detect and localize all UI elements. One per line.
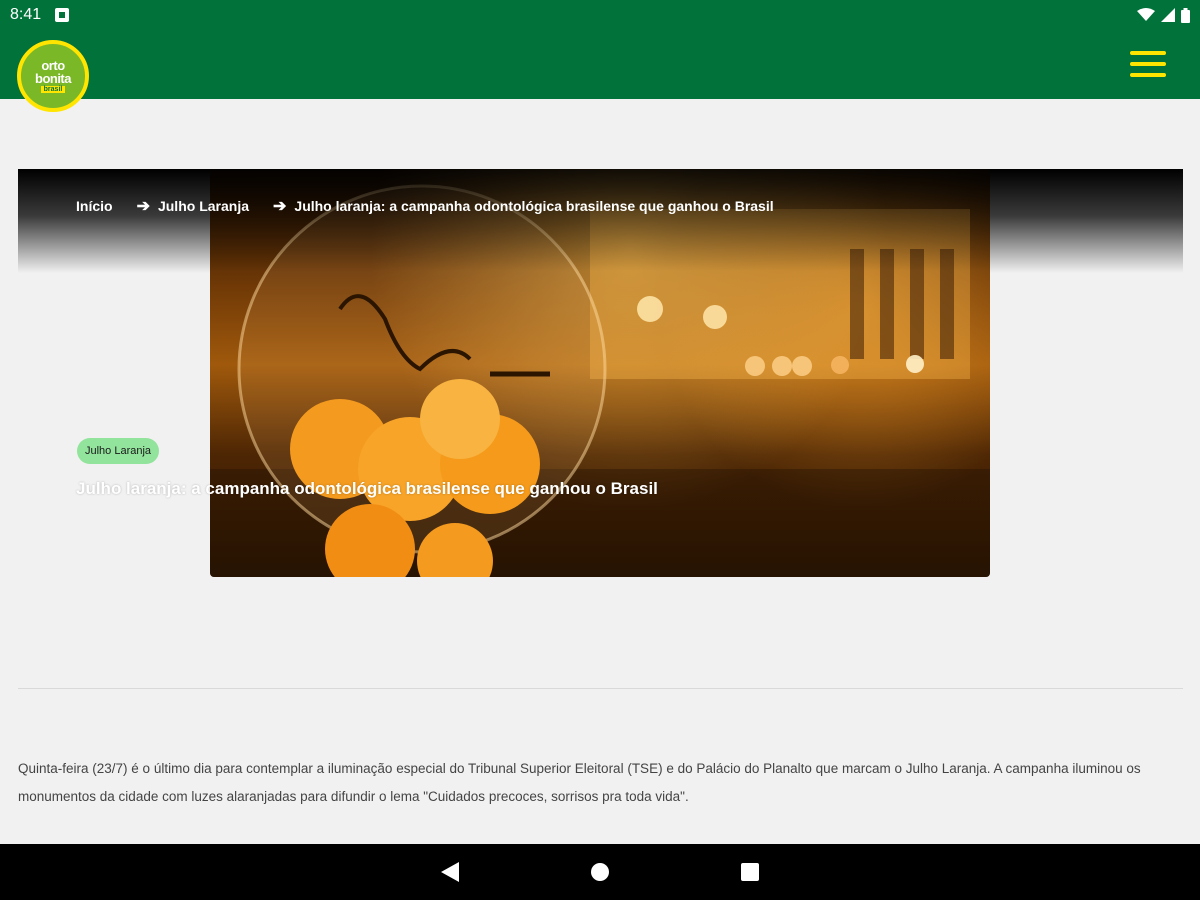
- home-icon[interactable]: [572, 844, 628, 900]
- breadcrumb: Início ➔ Julho Laranja ➔ Julho laranja: …: [76, 196, 774, 216]
- article-title: Julho laranja: a campanha odontológica b…: [76, 479, 658, 498]
- wifi-icon: [1137, 8, 1155, 21]
- menu-bar: [1130, 51, 1166, 55]
- article-intro: Quinta-feira (23/7) é o último dia para …: [18, 761, 1141, 804]
- breadcrumb-category[interactable]: Julho Laranja: [158, 198, 249, 214]
- menu-bar: [1130, 73, 1166, 77]
- signal-icon: [1161, 8, 1175, 22]
- breadcrumb-current: Julho laranja: a campanha odontológica b…: [294, 198, 774, 214]
- arrow-right-icon: ➔: [273, 198, 287, 215]
- notification-icon: [55, 8, 70, 22]
- app-bar: orto bonita brasil: [0, 30, 1200, 112]
- arrow-right-icon: ➔: [136, 198, 150, 215]
- system-nav-bar: [0, 844, 1200, 900]
- status-bar: 8:41: [0, 0, 1200, 30]
- back-icon[interactable]: [422, 844, 478, 900]
- hero-top-shade: [210, 169, 990, 271]
- divider: [18, 688, 1183, 689]
- logo-line-3: brasil: [40, 86, 66, 93]
- status-time: 8:41: [10, 6, 42, 23]
- category-tag[interactable]: Julho Laranja: [77, 438, 160, 464]
- recents-icon[interactable]: [722, 844, 778, 900]
- menu-bar: [1130, 62, 1166, 66]
- logo-line-2: bonita: [35, 71, 72, 86]
- battery-icon: [1181, 7, 1190, 23]
- breadcrumb-home[interactable]: Início: [76, 198, 113, 214]
- hamburger-menu-icon[interactable]: [1126, 46, 1170, 82]
- orto-bonita-logo[interactable]: orto bonita brasil: [17, 40, 89, 112]
- status-icons: [1137, 7, 1190, 23]
